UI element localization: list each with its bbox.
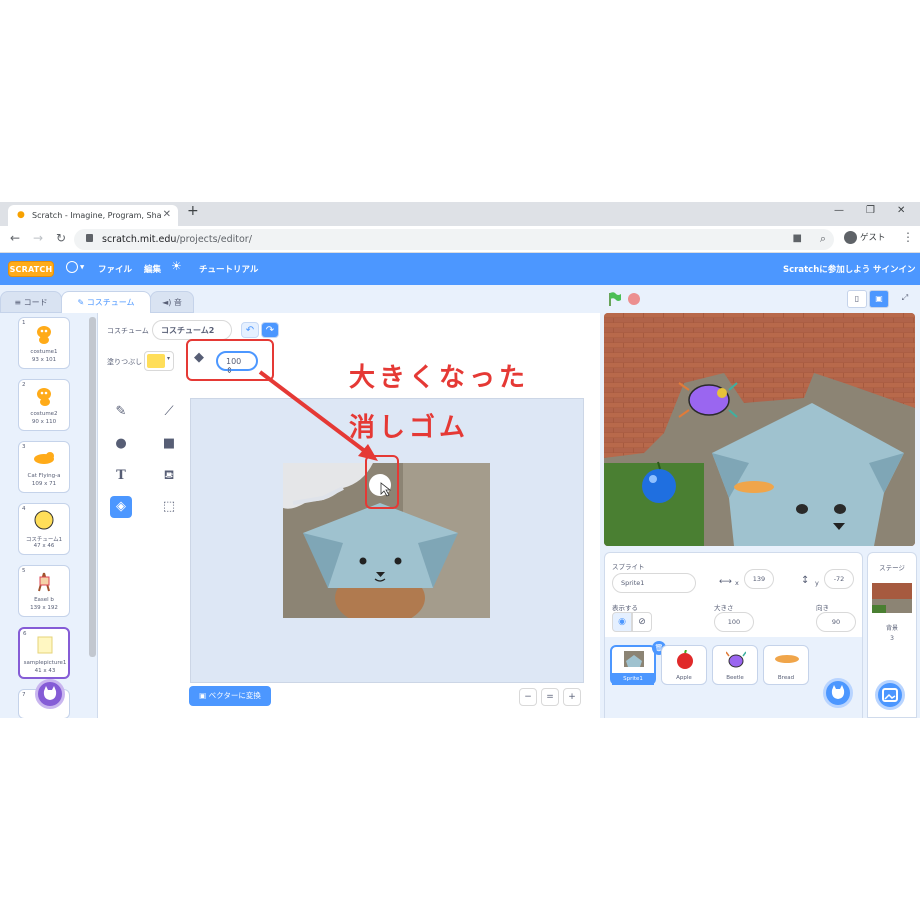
green-flag-icon[interactable] xyxy=(608,292,622,306)
y-position-input[interactable]: -72 xyxy=(824,569,854,589)
bread-sprite-icon xyxy=(775,655,799,663)
sprite-name-input[interactable]: Sprite1 xyxy=(612,573,696,593)
y-arrow-icon: ↕ xyxy=(801,575,810,586)
x-position-input[interactable]: 139 xyxy=(744,569,774,589)
sprite-label: スプライト xyxy=(612,563,645,571)
fullscreen-icon[interactable]: ⤢ xyxy=(895,290,915,308)
backdrops-count: 3 xyxy=(890,635,894,642)
add-backdrop-button[interactable] xyxy=(875,680,905,710)
photo-sprite-thumbnail-icon xyxy=(624,651,644,667)
sprite-tile[interactable]: Apple xyxy=(661,645,707,685)
stage-pane-title: ステージ xyxy=(879,564,905,572)
sprite-tile[interactable]: Bread xyxy=(763,645,809,685)
small-stage-button[interactable]: ▯ xyxy=(847,290,867,308)
normal-stage-button[interactable]: ▣ xyxy=(869,290,889,308)
x-arrow-icon: ⟷ xyxy=(719,577,732,587)
sprite-tile-name: Apple xyxy=(676,675,692,681)
add-sprite-button[interactable] xyxy=(823,678,853,708)
apple-sprite-icon xyxy=(677,650,693,669)
backdrop-thumbnail-icon xyxy=(872,583,912,613)
beetle-sprite-icon xyxy=(726,651,746,668)
sprite-tile-name: Beetle xyxy=(726,675,744,681)
backdrops-label: 背景 xyxy=(885,625,898,632)
sprite-tile-name: Bread xyxy=(777,675,795,681)
hide-button[interactable]: ⊘ xyxy=(632,612,652,632)
direction-input[interactable]: 90 xyxy=(816,612,856,632)
sprite-tile-name: Sprite1 xyxy=(612,673,654,685)
stage-scene xyxy=(604,313,915,546)
annotation-caption-line1: 大きくなった xyxy=(349,363,530,393)
sprite-tile-selected[interactable]: 🗑 Sprite1 xyxy=(610,641,666,685)
x-label: x xyxy=(735,579,739,587)
sprite-info-pane: スプライト Sprite1 ⟷ x 139 ↕ y -72 表示する ◉ ⊘ 大… xyxy=(604,552,863,718)
size-input[interactable]: 100 xyxy=(714,612,754,632)
sprite-tile[interactable]: Beetle xyxy=(712,645,758,685)
show-label: 表示する xyxy=(612,604,638,612)
sprite-list: 🗑 Sprite1 Apple Beetle Bread xyxy=(605,637,862,718)
show-visible-button[interactable]: ◉ xyxy=(612,612,632,632)
stage-canvas[interactable] xyxy=(604,313,915,546)
y-label: y xyxy=(815,579,819,587)
image-add-icon xyxy=(882,688,898,702)
direction-label: 向き xyxy=(816,604,829,612)
annotation-caption-line2: 消しゴム xyxy=(349,413,470,443)
size-label: 大きさ xyxy=(714,604,734,612)
cat-add-icon xyxy=(831,685,845,699)
screenshot-frame: ● Scratch - Imagine, Program, Share ✕ + … xyxy=(0,202,920,718)
stop-icon[interactable] xyxy=(628,293,640,305)
stage-header: ▯ ▣ ⤢ xyxy=(600,285,920,313)
